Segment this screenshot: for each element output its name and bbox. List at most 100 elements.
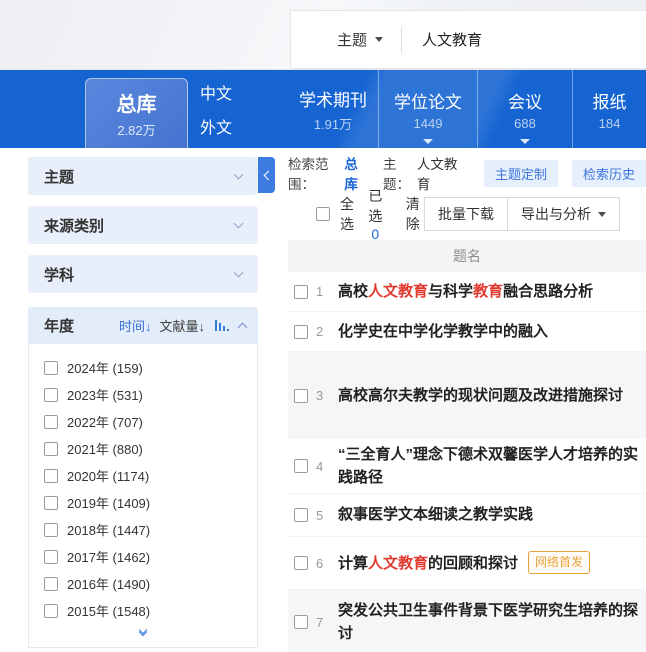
nav-items: 学术期刊1.91万学位论文1449 会议 688 报纸184 xyxy=(288,70,646,148)
year-filter-item[interactable]: 2018年 (1447) xyxy=(29,516,257,543)
result-number: 5 xyxy=(316,508,334,523)
year-checkbox[interactable] xyxy=(44,415,58,429)
search-field-label: 主题 xyxy=(337,29,367,50)
result-checkbox[interactable] xyxy=(294,285,308,299)
table-row: 3高校高尔夫教学的现状问题及改进措施探讨 xyxy=(288,352,646,439)
year-filter-item[interactable]: 2022年 (707) xyxy=(29,408,257,435)
year-checkbox[interactable] xyxy=(44,604,58,618)
topic-customize-button[interactable]: 主题定制 xyxy=(484,160,558,187)
sidebar-collapse-button[interactable] xyxy=(258,157,275,193)
online-first-badge: 网络首发 xyxy=(528,551,590,575)
language-tabs: 中文外文 xyxy=(200,70,232,148)
result-title-link[interactable]: 叙事医学文本细读之教学实践 xyxy=(338,503,533,526)
caret-down-icon xyxy=(423,139,433,144)
nav-tab-foreign[interactable]: 外文 xyxy=(200,114,232,138)
year-label: 2023年 (531) xyxy=(67,385,143,404)
bar-chart-icon[interactable] xyxy=(215,320,229,331)
nav-tab-count: 688 xyxy=(514,116,536,131)
result-number: 4 xyxy=(316,459,334,474)
year-checkbox[interactable] xyxy=(44,523,58,537)
result-number: 6 xyxy=(316,556,334,571)
nav-tab-count: 184 xyxy=(599,116,621,131)
search-input[interactable]: 人文教育 xyxy=(402,29,482,50)
chevron-down-icon xyxy=(598,212,606,217)
year-checkbox[interactable] xyxy=(44,361,58,375)
result-title-link[interactable]: 计算人文教育的回顾和探讨网络首发 xyxy=(338,551,590,575)
chevron-down-icon xyxy=(234,268,244,278)
result-title-link[interactable]: “三全育人”理念下德术双馨医学人才培养的实践路径 xyxy=(338,443,646,490)
total-library-count: 2.82万 xyxy=(117,120,155,139)
selected-label: 已选0 xyxy=(368,186,395,242)
result-number: 7 xyxy=(316,615,334,630)
search-history-button[interactable]: 检索历史 xyxy=(572,160,646,187)
clear-selection-button[interactable]: 清除 xyxy=(406,194,424,234)
cnki-search-page: 主题 人文教育 总库 2.82万 中文外文 学术期刊1.91万学位论文1449会… xyxy=(0,0,646,652)
year-checkbox[interactable] xyxy=(44,496,58,510)
nav-tab-3[interactable]: 报纸184 xyxy=(572,70,646,148)
filter-panel-label: 来源类别 xyxy=(44,215,104,236)
scope-range-label: 检索范围： xyxy=(288,153,344,193)
select-all-checkbox[interactable] xyxy=(316,207,330,221)
result-title-link[interactable]: 高校人文教育与科学教育融合思路分析 xyxy=(338,280,593,303)
year-filter-item[interactable]: 2020年 (1174) xyxy=(29,462,257,489)
export-analyze-button[interactable]: 导出与分析 xyxy=(508,197,620,231)
sort-by-count-link[interactable]: 文献量↓ xyxy=(159,316,205,335)
batch-download-button[interactable]: 批量下载 xyxy=(424,197,508,231)
nav-tab-chinese[interactable]: 中文 xyxy=(200,80,232,104)
filter-panel-0[interactable]: 主题 xyxy=(28,157,258,195)
expand-more-years-button[interactable] xyxy=(29,624,257,643)
result-checkbox[interactable] xyxy=(294,556,308,570)
result-checkbox[interactable] xyxy=(294,325,308,339)
year-checkbox[interactable] xyxy=(44,442,58,456)
year-filter-item[interactable]: 2023年 (531) xyxy=(29,381,257,408)
year-panel-title: 年度 xyxy=(44,315,74,336)
filter-panel-1[interactable]: 来源类别 xyxy=(28,206,258,244)
filter-panel-2[interactable]: 学科 xyxy=(28,255,258,293)
result-title-link[interactable]: 化学史在中学化学教学中的融入 xyxy=(338,320,548,343)
sort-by-time-link[interactable]: 时间↓ xyxy=(119,316,152,335)
toolbar-buttons: 批量下载 导出与分析 xyxy=(424,197,620,231)
year-checkbox[interactable] xyxy=(44,388,58,402)
nav-tab-1[interactable]: 学位论文1449 xyxy=(378,70,477,148)
result-checkbox[interactable] xyxy=(294,615,308,629)
nav-tab-2[interactable]: 会议 688 xyxy=(477,70,572,148)
filter-panels: 主题来源类别学科 xyxy=(0,157,280,293)
year-filter-item[interactable]: 2019年 (1409) xyxy=(29,489,257,516)
year-filter-item[interactable]: 2017年 (1462) xyxy=(29,543,257,570)
year-filter-item[interactable]: 2021年 (880) xyxy=(29,435,257,462)
result-title-link[interactable]: 高校高尔夫教学的现状问题及改进措施探讨 xyxy=(338,384,623,407)
year-checkbox[interactable] xyxy=(44,577,58,591)
year-label: 2019年 (1409) xyxy=(67,493,150,512)
nav-tab-total-library[interactable]: 总库 2.82万 xyxy=(85,78,188,148)
chevron-down-icon xyxy=(234,219,244,229)
table-row: 6 计算人文教育的回顾和探讨网络首发 xyxy=(288,537,646,590)
year-checkbox[interactable] xyxy=(44,469,58,483)
result-checkbox[interactable] xyxy=(294,389,308,403)
select-all-label[interactable]: 全选 xyxy=(340,194,358,234)
year-filter-item[interactable]: 2015年 (1548) xyxy=(29,597,257,624)
chevron-left-icon xyxy=(263,170,273,180)
nav-tab-0[interactable]: 学术期刊1.91万 xyxy=(288,70,378,148)
year-items: 2024年 (159) 2023年 (531) 2022年 (707) 2021年 (… xyxy=(29,354,257,624)
year-filter-item[interactable]: 2016年 (1490) xyxy=(29,570,257,597)
result-title-link[interactable]: 突发公共卫生事件背景下医学研究生培养的探讨 xyxy=(338,599,646,646)
year-panel-header: 年度 时间↓ 文献量↓ xyxy=(28,307,258,344)
table-row: 7 突发公共卫生事件背景下医学研究生培养的探讨 xyxy=(288,590,646,652)
year-filter-item[interactable]: 2024年 (159) xyxy=(29,354,257,381)
year-label: 2017年 (1462) xyxy=(67,547,150,566)
total-library-label: 总库 xyxy=(117,88,157,117)
nav-tab-count: 1449 xyxy=(414,116,443,131)
search-field-select[interactable]: 主题 xyxy=(291,29,401,50)
year-label: 2018年 (1447) xyxy=(67,520,150,539)
database-nav: 总库 2.82万 中文外文 学术期刊1.91万学位论文1449 会议 688 报纸18… xyxy=(0,70,646,148)
nav-tab-label: 会议 xyxy=(508,88,542,113)
year-checkbox[interactable] xyxy=(44,550,58,564)
filter-sidebar: 主题来源类别学科 年度 时间↓ 文献量↓ 2024年 (159) 2023年 (5… xyxy=(0,148,280,652)
year-label: 2021年 (880) xyxy=(67,439,143,458)
result-checkbox[interactable] xyxy=(294,508,308,522)
export-analyze-label: 导出与分析 xyxy=(521,204,591,224)
filter-panel-label: 学科 xyxy=(44,264,74,285)
result-checkbox[interactable] xyxy=(294,459,308,473)
chevron-up-icon[interactable] xyxy=(238,322,248,332)
search-box: 主题 人文教育 xyxy=(290,10,646,69)
